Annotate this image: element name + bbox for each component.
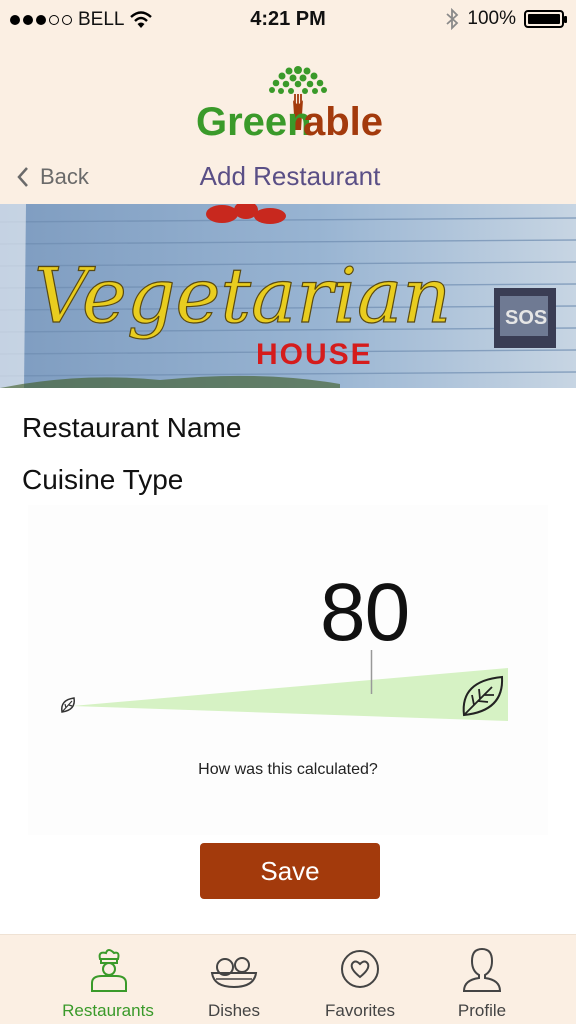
green-score-meter <box>61 650 508 721</box>
tab-dishes-label: Dishes <box>208 1001 260 1020</box>
svg-text:able: able <box>303 100 383 140</box>
cuisine-type-field[interactable]: Cuisine Type <box>22 464 183 496</box>
heart-icon <box>341 950 379 988</box>
app-header: Green able Back Add Restaurant <box>0 40 576 204</box>
save-button[interactable]: Save <box>200 843 380 899</box>
person-icon <box>462 947 502 992</box>
sign-block-text: HOUSE <box>256 338 373 371</box>
bowl-icon <box>210 957 258 989</box>
status-right: 100% <box>445 8 567 30</box>
vegetarian-house-sign-image: SOS Vegetarian HOUSE <box>0 204 576 388</box>
tab-profile-label: Profile <box>457 1001 507 1020</box>
tab-restaurants[interactable]: Restaurants <box>48 945 168 1021</box>
green-score-value: 80 <box>320 567 410 658</box>
tab-restaurants-label: Restaurants <box>62 1001 154 1020</box>
tab-favorites-label: Favorites <box>325 1001 395 1020</box>
battery-percent: 100% <box>467 8 516 29</box>
small-leaf-icon <box>61 697 75 713</box>
tab-favorites[interactable]: Favorites <box>300 945 420 1021</box>
nav-row: Back Add Restaurant <box>0 158 576 198</box>
svg-text:Green: Green <box>196 100 312 140</box>
restaurant-name-field[interactable]: Restaurant Name <box>22 412 241 444</box>
tab-dishes[interactable]: Dishes <box>174 945 294 1021</box>
how-calculated-link[interactable]: How was this calculated? <box>0 761 576 779</box>
battery-icon <box>524 10 567 28</box>
greentable-logo: Green able <box>196 66 383 140</box>
bluetooth-icon <box>446 8 459 30</box>
status-bar: BELL 4:21 PM 100% <box>0 0 576 40</box>
svg-text:SOS: SOS <box>505 307 547 329</box>
tab-bar: Restaurants Dishes Favorites Profile <box>0 934 576 1024</box>
restaurant-hero-image: SOS Vegetarian HOUSE <box>0 204 576 388</box>
meter-wedge <box>72 668 508 721</box>
chef-icon <box>91 949 127 992</box>
sign-script-text: Vegetarian <box>34 251 451 340</box>
page-title: Add Restaurant <box>199 161 381 191</box>
tab-profile[interactable]: Profile <box>422 945 542 1021</box>
